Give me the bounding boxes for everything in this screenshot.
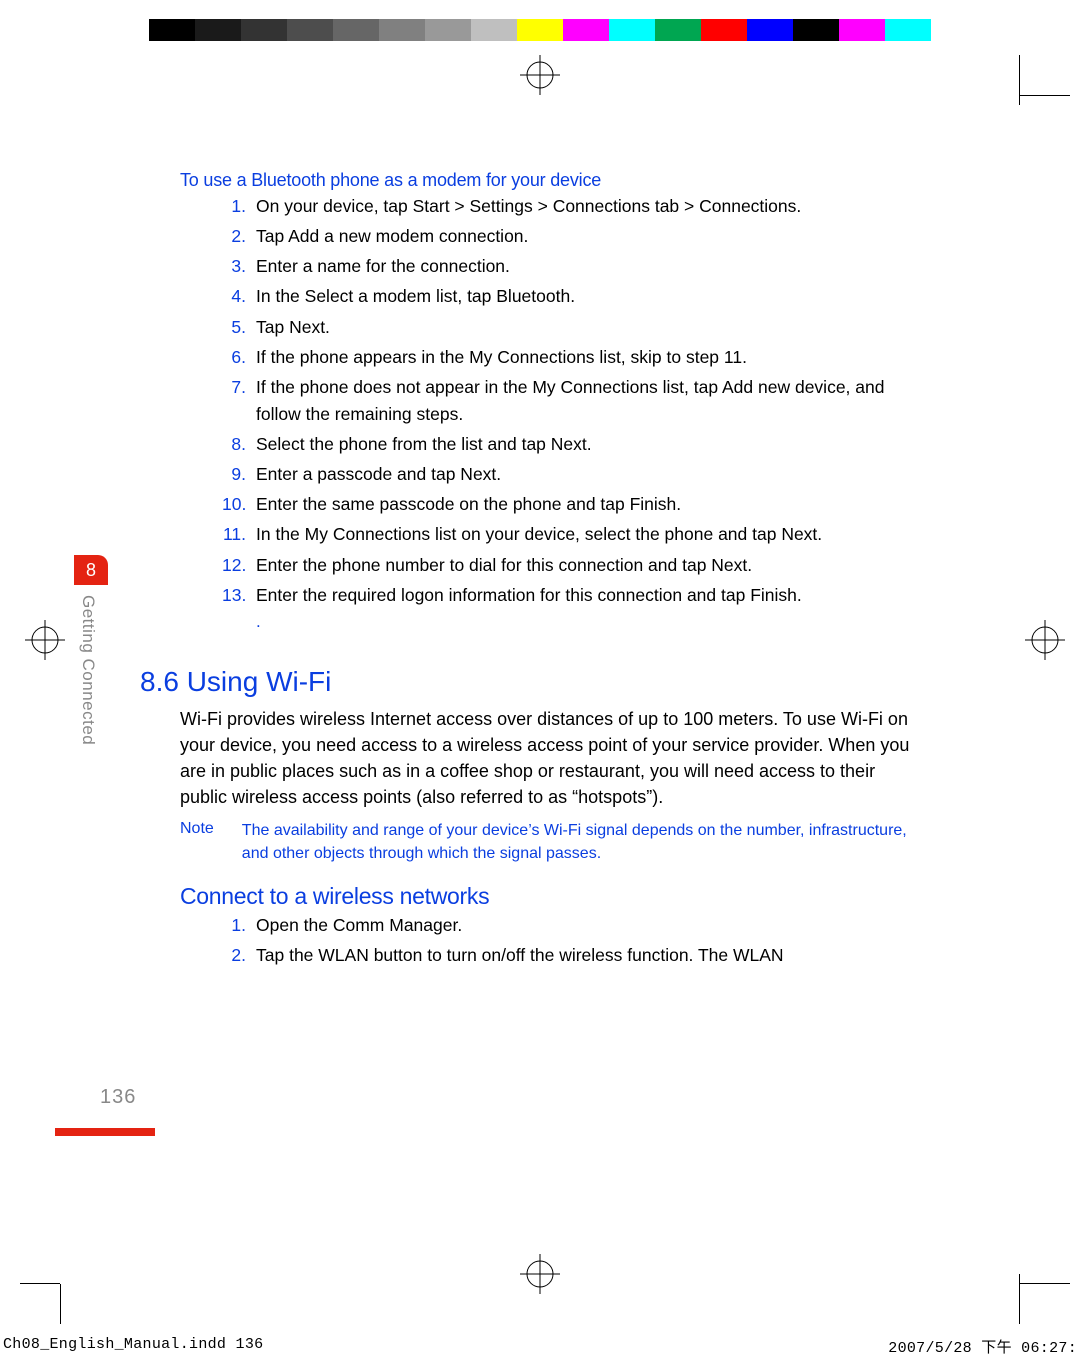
list-item: Tap Add a new modem connection. (222, 223, 920, 250)
registration-mark-left (25, 620, 65, 660)
section-title-wifi: 8.6 Using Wi-Fi (140, 666, 920, 698)
subheading-connect-wireless: Connect to a wireless networks (180, 883, 920, 910)
list-item: Enter a name for the connection. (222, 253, 920, 280)
steps-list-bluetooth: On your device, tap Start > Settings > C… (222, 193, 920, 609)
crop-mark (1010, 55, 1070, 115)
list-item: Open the Comm Manager. (222, 912, 920, 939)
crop-mark (20, 1264, 80, 1324)
list-item: If the phone appears in the My Connectio… (222, 344, 920, 371)
chapter-number-badge: 8 (74, 555, 108, 585)
registration-mark-bottom (520, 1254, 560, 1294)
note-text: The availability and range of your devic… (242, 820, 920, 865)
page-number-bar (55, 1128, 155, 1136)
note: Note The availability and range of your … (180, 820, 920, 865)
registration-mark-top (520, 55, 560, 95)
list-item: On your device, tap Start > Settings > C… (222, 193, 920, 220)
list-item: Enter a passcode and tap Next. (222, 461, 920, 488)
list-item: Enter the same passcode on the phone and… (222, 491, 920, 518)
crop-mark (1010, 1264, 1070, 1324)
wifi-description: Wi-Fi provides wireless Internet access … (180, 706, 920, 810)
list-item: Enter the phone number to dial for this … (222, 552, 920, 579)
page-content: To use a Bluetooth phone as a modem for … (180, 170, 920, 972)
steps-list-wireless: Open the Comm Manager. Tap the WLAN butto… (222, 912, 920, 969)
page-number: 136 (100, 1086, 136, 1109)
list-item: Select the phone from the list and tap N… (222, 431, 920, 458)
chapter-name: Getting Connected (78, 595, 98, 745)
list-item: In the Select a modem list, tap Bluetoot… (222, 283, 920, 310)
list-item: In the My Connections list on your devic… (222, 521, 920, 548)
footer-filename: Ch08_English_Manual.indd 136 (3, 1336, 263, 1357)
footer-timestamp: 2007/5/28 下午 06:27: (888, 1336, 1077, 1357)
color-calibration-bar (103, 19, 977, 41)
print-footer: Ch08_English_Manual.indd 136 2007/5/28 下… (3, 1336, 1077, 1357)
list-item: If the phone does not appear in the My C… (222, 374, 920, 428)
list-item: Enter the required logon information for… (222, 582, 920, 609)
list-item: Tap Next. (222, 314, 920, 341)
list-item: Tap the WLAN button to turn on/off the w… (222, 942, 920, 969)
subheading-bluetooth-modem: To use a Bluetooth phone as a modem for … (180, 170, 920, 191)
note-label: Note (180, 820, 214, 865)
registration-mark-right (1025, 620, 1065, 660)
chapter-tab: 8 Getting Connected (74, 555, 108, 745)
